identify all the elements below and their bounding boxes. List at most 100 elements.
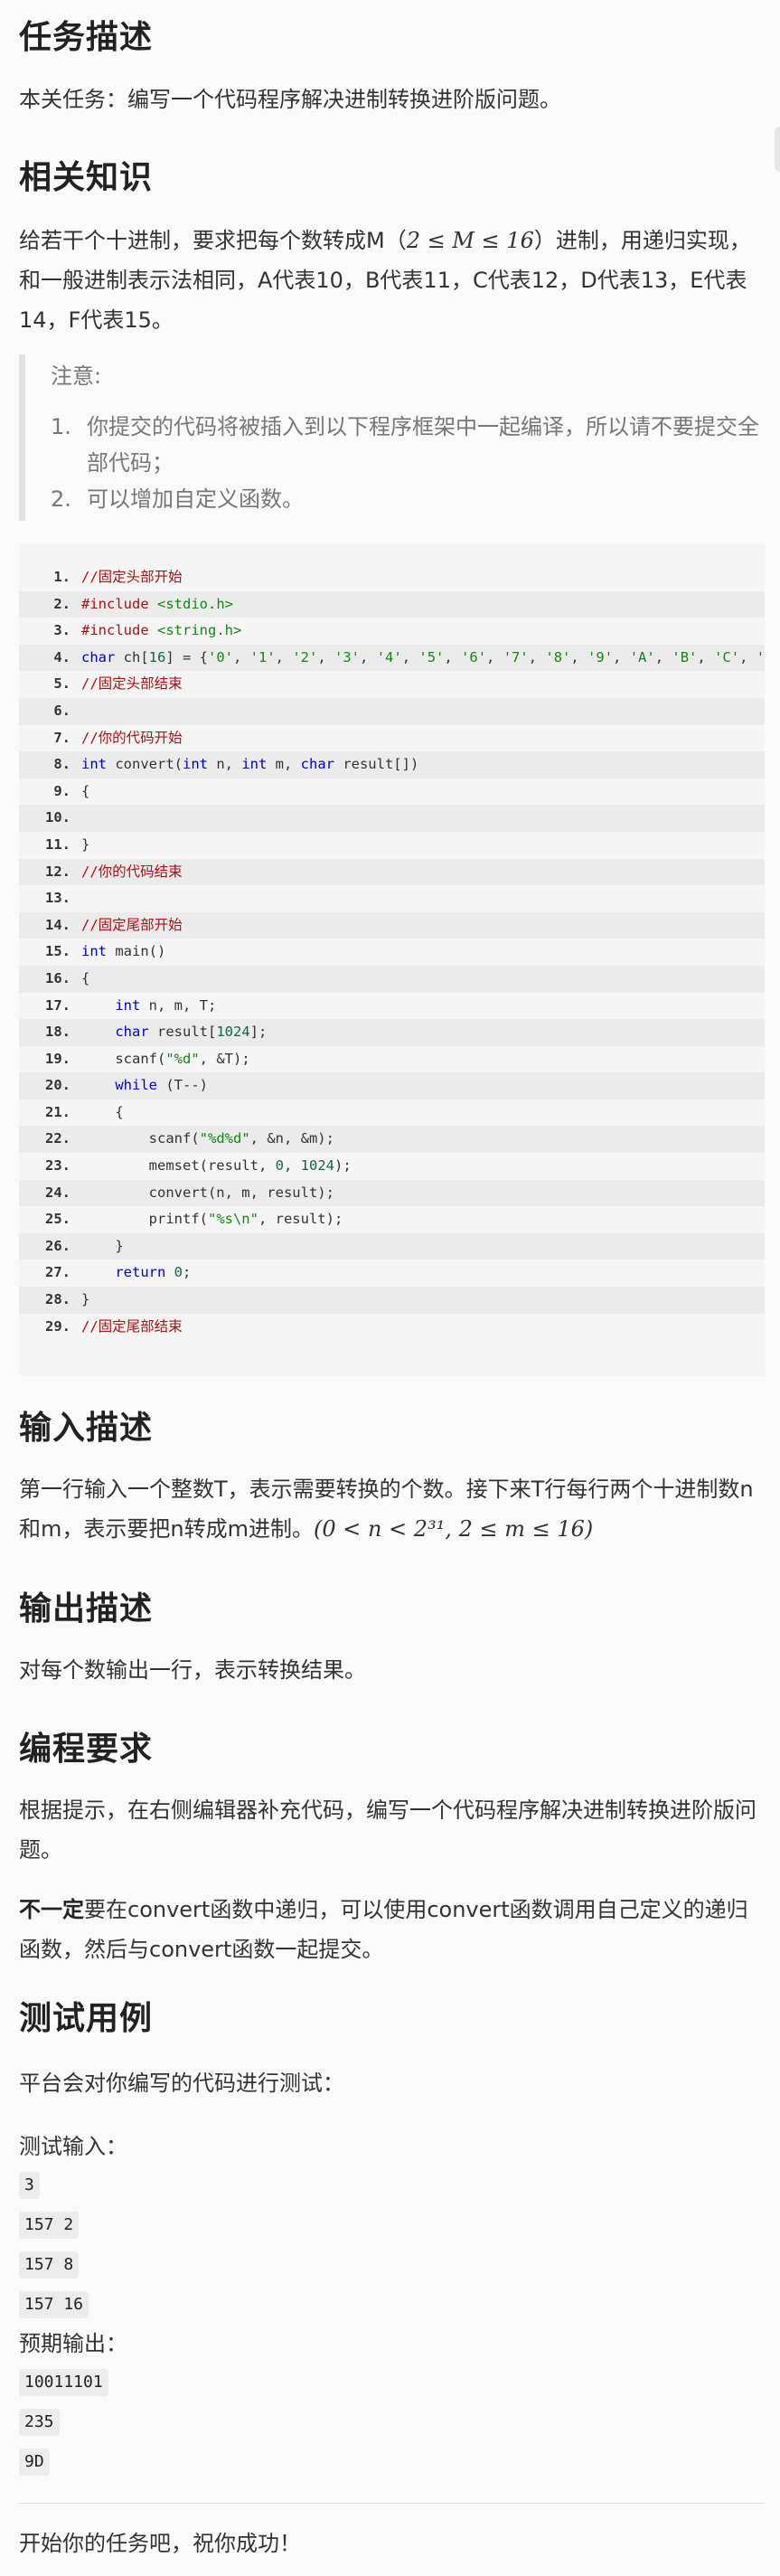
line-number: 15. <box>45 943 70 960</box>
code-text: printf("%s\n", result); <box>81 1211 343 1228</box>
task-title: 任务描述 <box>19 19 154 56</box>
code-text: #include <stdio.h> <box>81 595 233 612</box>
code-text: scanf("%d%d", &n, &m); <box>81 1130 334 1147</box>
line-number: 21. <box>45 1103 70 1120</box>
input-text: 第一行输入一个整数T，表示需要转换的个数。接下来T行每行两个十进制数n和m，表示… <box>19 1469 765 1549</box>
line-number: 27. <box>45 1264 70 1281</box>
test-text: 平台会对你编写的代码进行测试： <box>19 2071 344 2096</box>
line-number: 24. <box>45 1184 70 1201</box>
task-text: 本关任务：编写一个代码程序解决进制转换进阶版问题。 <box>19 87 561 112</box>
code-text: //固定尾部结束 <box>81 1317 183 1335</box>
code-text: scanf("%d", &T); <box>81 1050 250 1067</box>
line-number: 10. <box>45 809 70 826</box>
code-text: //固定尾部开始 <box>81 916 183 933</box>
code-text: memset(result, 0, 1024); <box>81 1157 352 1175</box>
code-text: return 0; <box>115 1264 192 1281</box>
expected-output-value: 9D <box>19 2449 50 2476</box>
note-title: 注意: <box>51 363 102 389</box>
expected-output-value: 235 <box>19 2409 60 2436</box>
test-title: 测试用例 <box>19 2000 154 2037</box>
line-number: 6. <box>53 702 70 719</box>
test-input-label: 测试输入： <box>19 2134 127 2159</box>
code-line: 11.} <box>19 832 765 859</box>
requirement-title: 编程要求 <box>19 1731 154 1768</box>
line-number: 20. <box>45 1077 70 1094</box>
code-line: 27. return 0; <box>19 1260 765 1287</box>
line-number: 19. <box>45 1050 70 1067</box>
page: 任务描述 本关任务：编写一个代码程序解决进制转换进阶版问题。 相关知识 给若干个… <box>0 0 780 2576</box>
code-text: //固定头部结束 <box>81 675 183 693</box>
code-text: { <box>81 1103 124 1120</box>
code-line: 6. <box>19 697 765 725</box>
output-title: 输出描述 <box>19 1590 154 1628</box>
line-number: 8. <box>53 756 70 773</box>
input-math: (0 < n < 2³¹, 2 ≤ m ≤ 16) <box>313 1516 594 1542</box>
code-line: 8. int convert(int n, int m, char result[… <box>19 751 765 778</box>
side-panel-tab[interactable] <box>775 127 780 172</box>
code-text: //你的代码结束 <box>81 863 183 880</box>
output-text: 对每个数输出一行，表示转换结果。 <box>19 1657 366 1683</box>
line-number: 1. <box>53 569 70 585</box>
code-text: int convert(int n, int m, char result[]) <box>81 756 419 773</box>
line-number: 4. <box>53 648 70 665</box>
requirement-note-text: 要在convert函数中递归，可以使用convert函数调用自己定义的递归函数，… <box>19 1897 748 1962</box>
code-line: 5. //固定头部结束 <box>19 671 765 698</box>
code-line: 22. scanf("%d%d", &n, &m); <box>19 1126 765 1154</box>
knowledge-text-a: 给若干个十进制，要求把每个数转成M（ <box>19 228 407 253</box>
line-number: 17. <box>45 996 70 1014</box>
code-text: #include <string.h> <box>81 622 242 639</box>
line-number: 3. <box>53 622 70 639</box>
code-text: { <box>81 782 90 799</box>
code-line: 13. <box>19 885 765 912</box>
code-block[interactable]: 1. //固定头部开始 2. #include <stdio.h> 3. #include… <box>19 544 765 1376</box>
note-item-text: 可以增加自定义函数。 <box>87 486 304 512</box>
code-line: 26. } <box>19 1232 765 1260</box>
note-item-text: 你提交的代码将被插入到以下程序框架中一起编译，所以请不要提交全部代码； <box>87 414 759 476</box>
code-line: 29. //固定尾部结束 <box>19 1314 765 1341</box>
note-item-number: 1. <box>51 414 71 439</box>
code-line: 14. //固定尾部开始 <box>19 911 765 939</box>
line-number: 16. <box>45 969 70 986</box>
note-item-number: 2. <box>51 486 71 512</box>
line-number: 12. <box>45 863 70 880</box>
code-line: 28.} <box>19 1287 765 1314</box>
code-text: int main() <box>81 943 166 960</box>
code-text: while (T--) <box>115 1077 208 1094</box>
code-line: 25. printf("%s\n", result); <box>19 1206 765 1233</box>
code-line: 24. convert(n, m, result); <box>19 1179 765 1207</box>
code-text: } <box>81 1291 90 1308</box>
line-number: 26. <box>45 1237 70 1254</box>
code-text: { <box>81 969 90 986</box>
code-text: char ch[16] = {'0', '1', '2', '3', '4', … <box>81 648 765 665</box>
expected-output-value: 10011101 <box>19 2369 108 2396</box>
knowledge-text: 给若干个十进制，要求把每个数转成M（2 ≤ M ≤ 16）进制，用递归实现，和一… <box>19 221 765 340</box>
code-text: } <box>81 1237 124 1254</box>
expected-output-label: 预期输出： <box>19 2331 127 2356</box>
line-number: 11. <box>45 835 70 853</box>
line-number: 13. <box>45 890 70 907</box>
test-input-value: 157 16 <box>19 2291 89 2318</box>
knowledge-math: 2 ≤ M ≤ 16 <box>406 228 534 253</box>
line-number: 28. <box>45 1291 70 1308</box>
test-input-value: 157 2 <box>19 2212 80 2239</box>
code-line: 23. memset(result, 0, 1024); <box>19 1153 765 1180</box>
code-text: int n, m, T; <box>115 996 217 1014</box>
note-item: 2. 可以增加自定义函数。 <box>51 481 765 517</box>
code-line: 19. scanf("%d", &T); <box>19 1046 765 1073</box>
closing-text: 开始你的任务吧，祝你成功！ <box>19 2531 301 2556</box>
code-line: 18. char result[1024]; <box>19 1019 765 1046</box>
code-lines: 1. //固定头部开始 2. #include <stdio.h> 3. #include… <box>19 564 765 1340</box>
code-text: convert(n, m, result); <box>81 1184 334 1201</box>
line-number: 25. <box>45 1211 70 1228</box>
note-blockquote: 注意: 1. 你提交的代码将被插入到以下程序框架中一起编译，所以请不要提交全部代码… <box>19 354 765 521</box>
line-number: 14. <box>45 916 70 933</box>
code-text: char result[1024]; <box>115 1024 268 1041</box>
line-number: 23. <box>45 1157 70 1175</box>
note-list: 1. 你提交的代码将被插入到以下程序框架中一起编译，所以请不要提交全部代码； 2.… <box>51 409 765 517</box>
code-line: 15. int main() <box>19 939 765 966</box>
code-line: 12. //你的代码结束 <box>19 858 765 886</box>
divider <box>19 2503 765 2504</box>
code-line: 9. { <box>19 778 765 806</box>
line-number: 7. <box>53 729 70 746</box>
requirement-note-bold: 不一定 <box>19 1897 84 1922</box>
